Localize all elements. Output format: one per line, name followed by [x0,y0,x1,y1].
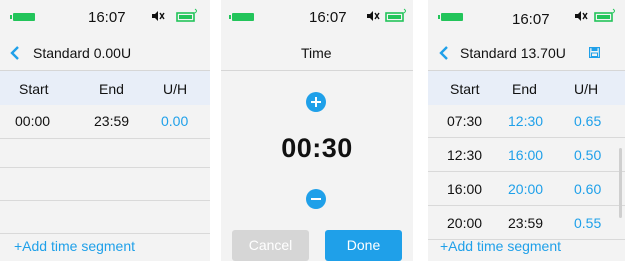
table-row[interactable]: 12:30 16:00 0.50 [428,138,625,172]
empty-row-divider [0,200,210,201]
table-row[interactable]: 07:30 12:30 0.65 [428,104,625,138]
status-time: 16:07 [512,11,550,28]
header: Standard 0.00U [0,36,210,71]
row-rate: 0.65 [574,113,602,129]
cancel-button[interactable]: Cancel [232,230,309,261]
empty-row-divider [0,233,210,234]
status-time: 16:07 [309,9,347,26]
column-start: Start [19,81,49,97]
column-end: End [99,81,124,97]
add-time-segment-link[interactable]: +Add time segment [14,238,135,254]
battery-icon [10,13,35,21]
bluetooth-battery-icon [594,8,615,22]
scrollbar[interactable] [619,148,622,218]
column-rate: U/H [163,81,188,97]
header: Time [221,36,413,71]
battery-icon [438,13,463,21]
row-end: 12:30 [508,113,544,129]
row-start: 07:30 [447,113,483,129]
decrement-button[interactable] [306,189,326,209]
save-icon[interactable] [589,47,600,58]
screen-time-picker: 16:07 Time 00:30 Cancel Done [221,0,413,261]
add-time-segment-link[interactable]: +Add time segment [440,238,561,254]
back-chevron-icon[interactable] [439,45,449,61]
screen-standard-filled: 16:07 Standard 13.70U Start End U/H 07:3… [428,0,625,261]
status-time: 16:07 [88,9,126,26]
speaker-mute-icon [152,11,165,21]
table-header: Start End U/H [428,71,625,105]
row-start: 00:00 [15,113,51,129]
row-end: 23:59 [508,215,544,231]
row-rate: 0.55 [574,215,602,231]
table-row[interactable]: 16:00 20:00 0.60 [428,172,625,206]
row-start: 20:00 [447,215,483,231]
time-value: 00:30 [281,133,353,163]
table-header: Start End U/H [0,71,210,105]
page-title: Standard 13.70U [460,45,566,61]
column-end: End [512,81,537,97]
row-end: 23:59 [94,113,130,129]
row-rate: 0.60 [574,181,602,197]
battery-icon [229,13,254,21]
back-chevron-icon[interactable] [10,45,20,61]
status-bar: 16:07 [221,0,413,36]
row-start: 12:30 [447,147,483,163]
speaker-mute-icon [575,11,588,21]
status-bar: 16:07 [0,0,210,36]
bluetooth-battery-icon [385,8,406,22]
table-row[interactable]: 00:00 23:59 0.00 [0,105,210,139]
row-end: 16:00 [508,147,544,163]
column-start: Start [450,81,480,97]
page-title: Time [301,45,332,61]
screen-standard-empty: 16:07 Standard 0.00U Start End U/H 00:00… [0,0,210,261]
done-button[interactable]: Done [325,230,402,261]
speaker-mute-icon [367,11,380,21]
row-start: 16:00 [447,181,483,197]
row-rate: 0.50 [574,147,602,163]
empty-row-divider [0,167,210,168]
column-rate: U/H [574,81,599,97]
row-rate: 0.00 [161,113,189,129]
status-bar: 16:07 [428,0,625,36]
row-end: 20:00 [508,181,544,197]
page-title: Standard 0.00U [33,45,132,61]
table-row[interactable]: 20:00 23:59 0.55 [428,206,625,240]
bluetooth-battery-icon [176,8,197,22]
increment-button[interactable] [306,92,326,112]
